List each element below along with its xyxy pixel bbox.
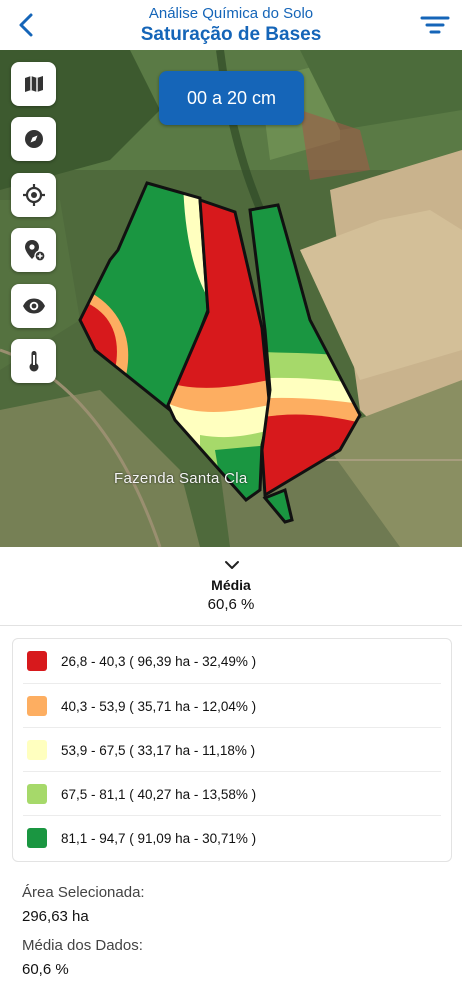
legend-text: 67,5 - 81,1 ( 40,27 ha - 13,58% ) bbox=[61, 786, 257, 802]
legend-item: 26,8 - 40,3 ( 96,39 ha - 32,49% ) bbox=[23, 639, 441, 683]
legend-swatch bbox=[27, 696, 47, 716]
compass-icon bbox=[24, 130, 43, 148]
depth-selector-button[interactable]: 00 a 20 cm bbox=[159, 71, 304, 125]
data-average-label: Média dos Dados: bbox=[22, 937, 143, 954]
app-header: Análise Química do Solo Saturação de Bas… bbox=[0, 0, 462, 50]
legend-swatch bbox=[27, 651, 47, 671]
filter-icon bbox=[420, 16, 450, 34]
visibility-button[interactable] bbox=[11, 284, 56, 328]
selected-area-label: Área Selecionada: bbox=[22, 884, 145, 901]
legend-item: 67,5 - 81,1 ( 40,27 ha - 13,58% ) bbox=[23, 771, 441, 816]
data-average-value: 60,6 % bbox=[22, 961, 69, 978]
add-marker-button[interactable] bbox=[11, 228, 56, 272]
layers-button[interactable] bbox=[11, 62, 56, 106]
compass-button[interactable] bbox=[11, 117, 56, 161]
legend-text: 26,8 - 40,3 ( 96,39 ha - 32,49% ) bbox=[61, 653, 257, 669]
eye-icon bbox=[22, 298, 45, 314]
locate-button[interactable] bbox=[11, 173, 56, 217]
legend-item: 40,3 - 53,9 ( 35,71 ha - 12,04% ) bbox=[23, 683, 441, 728]
locate-icon bbox=[22, 184, 45, 206]
temperature-button[interactable] bbox=[11, 339, 56, 383]
legend-panel: 26,8 - 40,3 ( 96,39 ha - 32,49% ) 40,3 -… bbox=[12, 638, 452, 862]
legend-swatch bbox=[27, 740, 47, 760]
map-view[interactable]: 00 a 20 cm Fazenda Santa Cla bbox=[0, 50, 462, 547]
average-value: 60,6 % bbox=[207, 596, 255, 613]
page-subtitle: Análise Química do Solo bbox=[148, 5, 314, 22]
filter-button[interactable] bbox=[420, 12, 450, 38]
farm-name-label: Fazenda Santa Cla bbox=[114, 470, 248, 487]
legend-item: 81,1 - 94,7 ( 91,09 ha - 30,71% ) bbox=[23, 815, 441, 860]
legend-item: 53,9 - 67,5 ( 33,17 ha - 11,18% ) bbox=[23, 727, 441, 772]
map-layers-icon bbox=[24, 76, 43, 92]
legend-text: 81,1 - 94,7 ( 91,09 ha - 30,71% ) bbox=[61, 830, 257, 846]
legend-swatch bbox=[27, 784, 47, 804]
thermometer-icon bbox=[29, 351, 38, 372]
page-title: Saturação de Bases bbox=[140, 24, 322, 45]
chevron-down-icon bbox=[225, 561, 239, 569]
average-label: Média bbox=[211, 577, 251, 593]
add-marker-icon bbox=[24, 240, 46, 262]
selected-area-value: 296,63 ha bbox=[22, 908, 89, 925]
legend-swatch bbox=[27, 828, 47, 848]
legend-text: 53,9 - 67,5 ( 33,17 ha - 11,18% ) bbox=[61, 742, 256, 758]
divider bbox=[0, 625, 462, 626]
legend-text: 40,3 - 53,9 ( 35,71 ha - 12,04% ) bbox=[61, 698, 257, 714]
collapse-toggle[interactable] bbox=[223, 558, 241, 570]
